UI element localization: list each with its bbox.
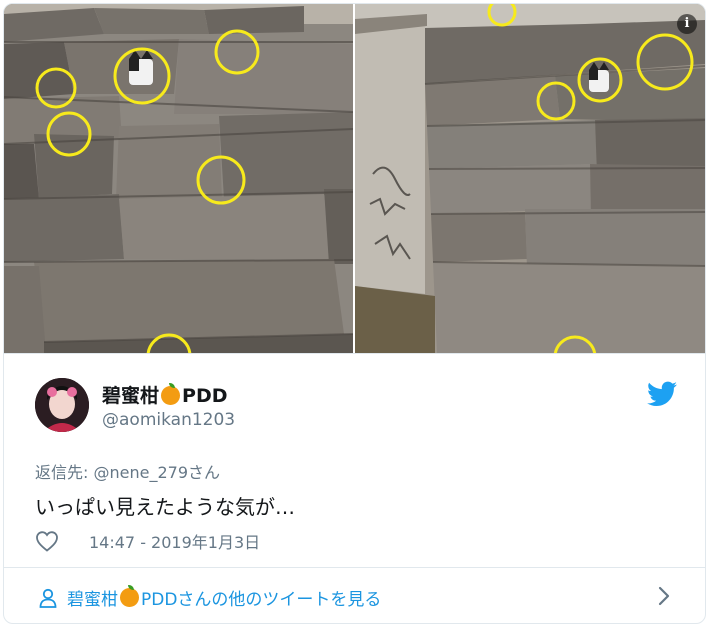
avatar[interactable] [35,378,89,432]
orange-emoji-icon [120,585,139,607]
reply-context: 返信先: @nene_279さん [35,459,220,483]
stone-wall-photo-angled [355,4,705,353]
person-icon [39,588,57,608]
reply-prefix: 返信先: [35,463,94,482]
timestamp-link[interactable]: 14:47 - 2019年1月3日 [89,529,260,553]
more-tweets-link[interactable]: 碧蜜柑 PDDさんの他のツイートを見る [39,585,381,610]
avatar-image [35,378,89,432]
photo-left[interactable] [4,4,353,353]
display-name-suffix: PDD [182,385,228,407]
more-tweets-footer[interactable]: 碧蜜柑 PDDさんの他のツイートを見る [3,567,706,624]
chevron-right-icon[interactable] [658,586,670,606]
more-tweets-prefix: 碧蜜柑 [67,590,118,610]
display-name-prefix: 碧蜜柑 [102,385,160,407]
heart-icon[interactable] [35,530,59,552]
reply-mention-link[interactable]: @nene_279さん [93,463,220,482]
stone-wall-photo [4,4,353,353]
tweet-text: いっぱい見えたような気が… [35,495,295,519]
more-tweets-suffix: PDDさんの他のツイートを見る [141,590,382,610]
tweet-card: i 碧蜜柑 PDD @aomikan1203 返信先: @nene_279さん い… [3,3,706,624]
photo-right[interactable]: i [355,4,705,353]
twitter-bird-icon[interactable] [647,381,677,407]
tweet-meta: 14:47 - 2019年1月3日 [35,528,260,554]
display-name[interactable]: 碧蜜柑 PDD [102,381,227,408]
info-icon[interactable]: i [677,14,697,34]
orange-emoji-icon [161,383,181,405]
user-handle[interactable]: @aomikan1203 [102,410,235,430]
media-grid: i [4,4,705,353]
tweet-header: 碧蜜柑 PDD @aomikan1203 [4,353,705,454]
